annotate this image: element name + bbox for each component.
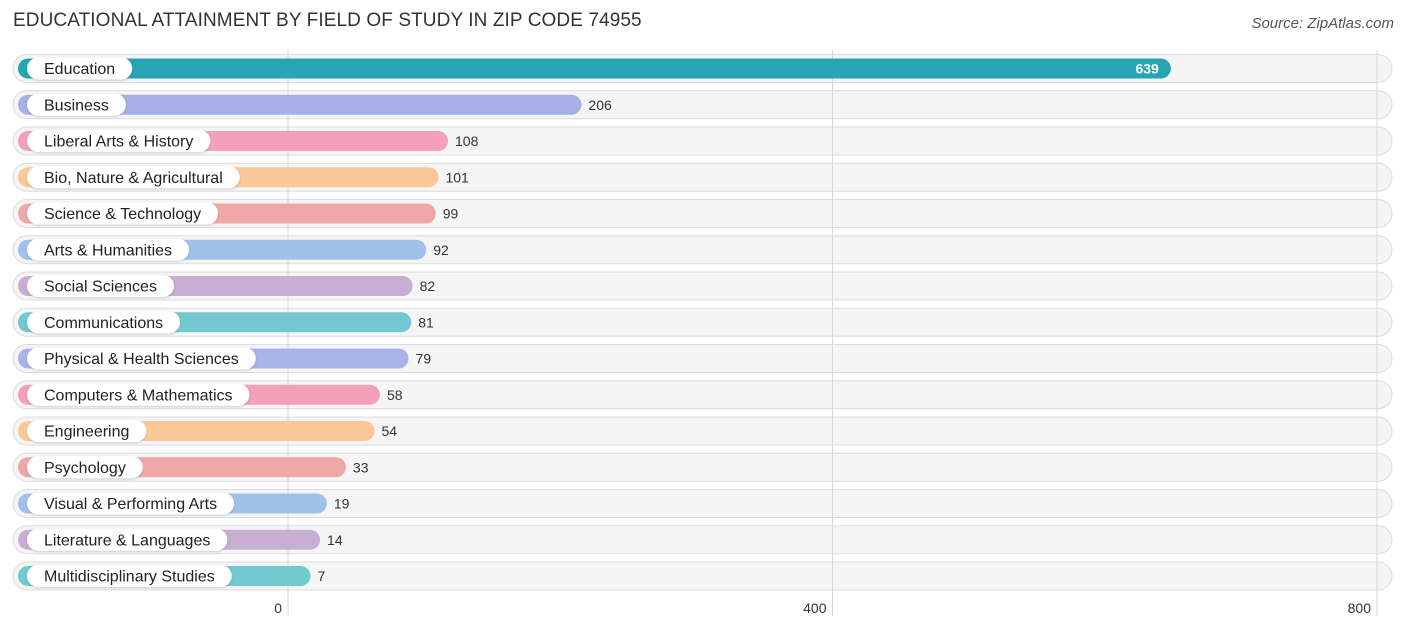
category-label: Multidisciplinary Studies (44, 569, 215, 586)
bar-row: Social Sciences 82 (18, 275, 435, 297)
bar-row: Computers & Mathematics 58 (18, 383, 403, 406)
category-label: Physical & Health Sciences (44, 351, 239, 368)
value-label: 81 (418, 314, 434, 330)
bar-row: Education 639 (18, 57, 1171, 80)
bar-row: Visual & Performing Arts 19 (18, 492, 350, 515)
category-label: Computers & Mathematics (44, 387, 233, 404)
value-label: 99 (443, 206, 459, 222)
bar-row: Literature & Languages 14 (18, 528, 343, 551)
bar-row: Communications 81 (18, 311, 434, 334)
value-label: 7 (318, 568, 326, 584)
category-label: Business (44, 97, 109, 114)
category-label: Bio, Nature & Agricultural (44, 170, 223, 187)
bar-row: Bio, Nature & Agricultural 101 (18, 166, 469, 189)
tick-label: 800 (1348, 600, 1372, 616)
value-label: 58 (387, 387, 403, 403)
bar-row: Arts & Humanities 92 (18, 238, 449, 261)
category-label: Social Sciences (44, 279, 157, 296)
category-label: Communications (44, 315, 163, 332)
category-label: Psychology (44, 460, 126, 477)
bar-row: Engineering 54 (18, 420, 397, 442)
category-label: Visual & Performing Arts (44, 496, 217, 513)
category-label: Science & Technology (44, 206, 201, 223)
x-axis: 0 400 800 (274, 600, 1371, 616)
tick-label: 400 (803, 600, 827, 616)
category-label: Literature & Languages (44, 532, 210, 549)
tick-label: 0 (274, 600, 282, 616)
value-label: 14 (327, 532, 343, 548)
bar (18, 58, 1171, 79)
value-label: 206 (588, 97, 612, 113)
bar-row: Multidisciplinary Studies 7 (18, 565, 326, 587)
value-label: 82 (420, 278, 436, 294)
category-label: Liberal Arts & History (44, 134, 193, 151)
bar-row: Psychology 33 (18, 456, 369, 479)
value-label: 79 (416, 351, 432, 367)
value-label: 108 (455, 133, 479, 149)
value-label: 54 (382, 423, 398, 439)
category-label: Engineering (44, 424, 129, 441)
value-label: 639 (1135, 61, 1159, 77)
value-label: 101 (445, 169, 469, 185)
bar-row: Science & Technology 99 (18, 202, 459, 225)
bar-row: Liberal Arts & History 108 (18, 130, 479, 152)
category-label: Arts & Humanities (44, 242, 172, 259)
value-label: 33 (353, 459, 369, 475)
value-label: 19 (334, 496, 350, 512)
bar-row: Business 206 (18, 93, 612, 116)
category-label: Education (44, 61, 115, 78)
bar-row: Physical & Health Sciences 79 (18, 347, 432, 370)
value-label: 92 (433, 242, 449, 258)
bar-chart: Education 639 Business 206 Liberal Arts & Hi… (12, 50, 1393, 616)
